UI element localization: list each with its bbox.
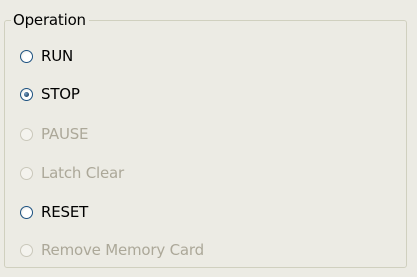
radio-run[interactable]: RUN — [20, 46, 73, 66]
groupbox-title: Operation — [11, 11, 89, 29]
radio-button-icon[interactable] — [20, 49, 33, 63]
radio-pause: PAUSE — [20, 124, 89, 144]
radio-button-selected-icon[interactable] — [20, 87, 33, 101]
radio-label-pause: PAUSE — [41, 125, 89, 143]
radio-label-latch-clear: Latch Clear — [41, 164, 124, 182]
radio-remove-memory-card: Remove Memory Card — [20, 240, 204, 260]
radio-button-icon — [20, 243, 33, 257]
radio-label-run: RUN — [41, 47, 74, 65]
radio-label-stop: STOP — [41, 85, 80, 103]
radio-label-remove-memory-card: Remove Memory Card — [41, 241, 204, 259]
radio-button-icon[interactable] — [20, 205, 33, 219]
radio-button-icon — [20, 127, 33, 141]
radio-reset[interactable]: RESET — [20, 202, 88, 222]
radio-latch-clear: Latch Clear — [20, 163, 124, 183]
radio-stop[interactable]: STOP — [20, 84, 80, 104]
radio-label-reset: RESET — [41, 203, 89, 221]
radio-button-icon — [20, 166, 33, 180]
